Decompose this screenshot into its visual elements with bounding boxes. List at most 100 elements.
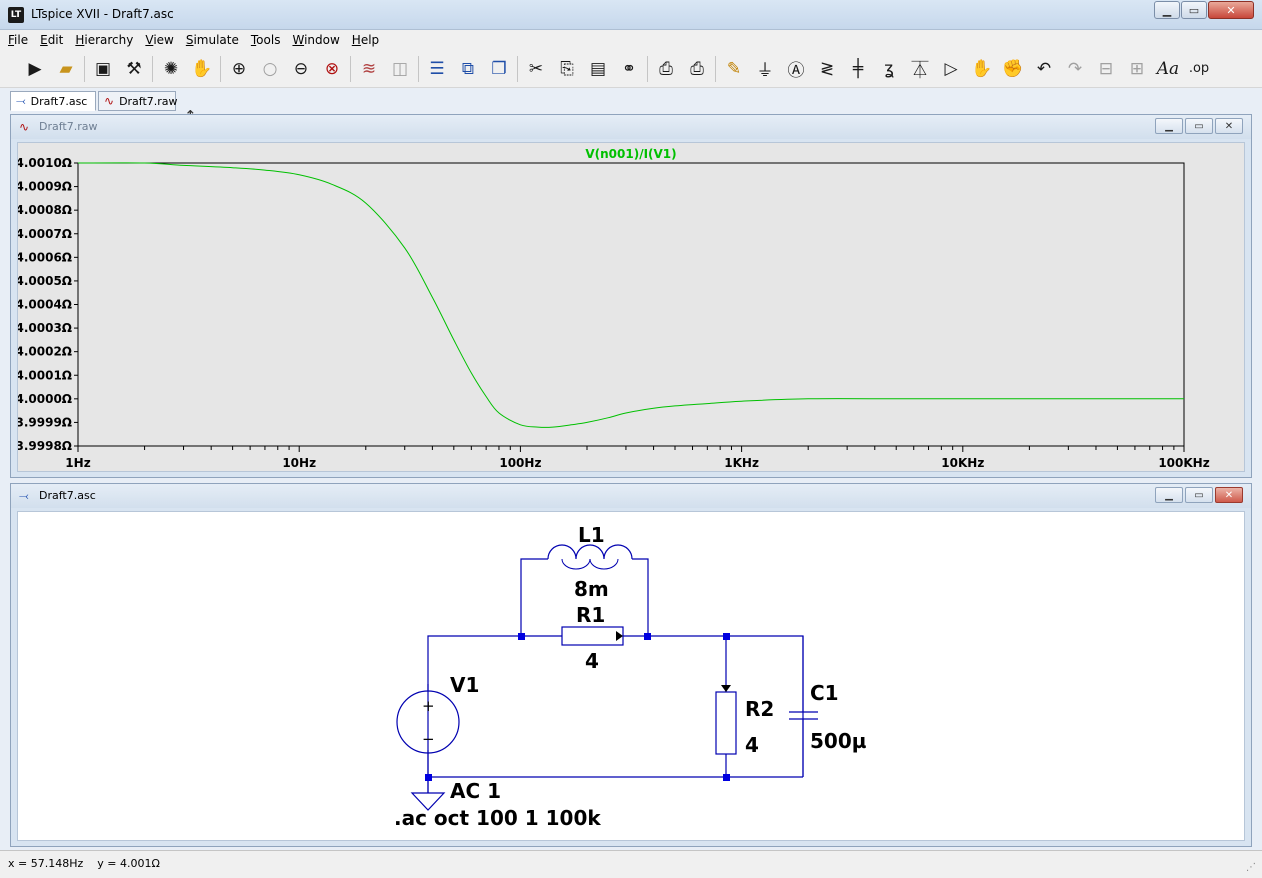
tab-draft7-asc[interactable]: ⤙ Draft7.asc — [10, 91, 96, 111]
menu-window[interactable]: Window — [292, 33, 339, 47]
tile-horizontal-icon[interactable]: ☰ — [424, 56, 450, 82]
waveform-restore-button[interactable]: ▭ — [1185, 118, 1213, 134]
redo-icon[interactable]: ↷ — [1062, 56, 1088, 82]
window-controls: ▁ ▭ ✕ — [1153, 1, 1254, 19]
menu-tools[interactable]: Tools — [251, 33, 281, 47]
maximize-button[interactable]: ▭ — [1181, 1, 1207, 19]
tab-label: Draft7.asc — [30, 94, 88, 108]
schematic-restore-button[interactable]: ▭ — [1185, 487, 1213, 503]
y-tick-label: 4.0002Ω — [18, 345, 72, 359]
tile-vertical-icon[interactable]: ⧉ — [455, 56, 481, 82]
label-net-icon[interactable]: Ⓐ — [783, 56, 809, 82]
menu-simulate[interactable]: Simulate — [186, 33, 239, 47]
y-tick-label: 4.0009Ω — [18, 180, 72, 194]
menu-hierarchy[interactable]: Hierarchy — [75, 33, 133, 47]
zoom-fit-icon[interactable]: ⊗ — [319, 56, 345, 82]
halt-icon[interactable]: ✺ — [158, 56, 184, 82]
l1-name-label[interactable]: L1 — [578, 523, 605, 547]
copy-icon[interactable]: ⎘ — [554, 56, 580, 82]
r1-value-label[interactable]: 4 — [585, 649, 599, 673]
r2-name-label[interactable]: R2 — [745, 697, 774, 721]
text-icon[interactable]: Aa — [1155, 56, 1181, 82]
pan-icon[interactable]: ✋ — [189, 56, 215, 82]
wire[interactable] — [632, 558, 649, 636]
menu-help[interactable]: Help — [352, 33, 379, 47]
schematic-minimize-button[interactable]: ▁ — [1155, 487, 1183, 503]
waveform-chart[interactable]: V(n001)/I(V1) 1Hz 10Hz 100Hz 1KHz 10KHz 100KH… — [18, 143, 1245, 472]
spice-directive-icon[interactable]: .op — [1186, 56, 1212, 82]
tab-label: Draft7.raw — [119, 94, 178, 108]
r1-name-label[interactable]: R1 — [576, 603, 605, 627]
v1-name-label[interactable]: V1 — [450, 673, 479, 697]
wire[interactable] — [427, 635, 521, 793]
spice-directive[interactable]: .ac oct 100 1 100k — [394, 806, 601, 830]
toolbar-separator — [418, 55, 419, 82]
wire[interactable] — [623, 635, 804, 777]
run-icon[interactable]: ▶ — [22, 56, 48, 82]
schematic-icon: ⤙ — [19, 489, 29, 503]
wire[interactable] — [520, 558, 548, 636]
tab-draft7-raw[interactable]: ∿ Draft7.raw — [98, 91, 178, 111]
schematic-drawing[interactable]: + − L1 8m R1 4 V1 R2 4 C1 500µ AC 1 .ac … — [18, 512, 1245, 841]
wire-icon[interactable]: ✎ — [721, 56, 747, 82]
schematic-close-button[interactable]: ✕ — [1215, 487, 1243, 503]
move-icon[interactable]: ✋ — [969, 56, 995, 82]
c1-name-label[interactable]: C1 — [810, 681, 839, 705]
capacitor-icon[interactable]: ╪ — [845, 56, 871, 82]
undo-icon[interactable]: ↶ — [1031, 56, 1057, 82]
menu-view[interactable]: View — [145, 33, 173, 47]
cascade-icon[interactable]: ❐ — [486, 56, 512, 82]
r2-symbol[interactable] — [715, 691, 737, 755]
paste-icon[interactable]: ▤ — [585, 56, 611, 82]
r2-pin-arrow — [721, 685, 731, 692]
inductor-icon[interactable]: ʓ — [876, 56, 902, 82]
toolbar-separator — [84, 55, 85, 82]
find-icon[interactable]: ⚭ — [616, 56, 642, 82]
x-tick-label: 1Hz — [65, 456, 90, 470]
schematic-canvas[interactable]: + − L1 8m R1 4 V1 R2 4 C1 500µ AC 1 .ac … — [17, 511, 1245, 841]
schematic-window-controls: ▁ ▭ ✕ — [1153, 487, 1243, 503]
control-panel-icon[interactable]: ⚒ — [121, 56, 147, 82]
drag-icon[interactable]: ✊ — [1000, 56, 1026, 82]
menu-edit[interactable]: Edit — [40, 33, 63, 47]
ground-icon[interactable]: ⏚ — [752, 56, 778, 82]
component-icon[interactable]: ▷ — [938, 56, 964, 82]
r2-value-label[interactable]: 4 — [745, 733, 759, 757]
autorange-icon[interactable]: ≋ — [356, 56, 382, 82]
resize-grip-icon[interactable]: ⋰ — [1246, 862, 1258, 874]
v1-value-label[interactable]: AC 1 — [450, 779, 501, 803]
x-tick-label: 100KHz — [1158, 456, 1209, 470]
toolbar-separator — [152, 55, 153, 82]
toolbar-separator — [517, 55, 518, 82]
trace-label[interactable]: V(n001)/I(V1) — [585, 147, 676, 161]
y-tick-label: 4.0006Ω — [18, 250, 72, 264]
l1-symbol[interactable] — [547, 544, 633, 560]
close-button[interactable]: ✕ — [1208, 1, 1254, 19]
resistor-icon[interactable]: ≷ — [814, 56, 840, 82]
print-preview-icon[interactable]: ⎙ — [653, 56, 679, 82]
menu-file[interactable]: File — [8, 33, 28, 47]
minimize-button[interactable]: ▁ — [1154, 1, 1180, 19]
zoom-pan-icon[interactable]: ○ — [257, 56, 283, 82]
open-icon[interactable]: ▰ — [53, 56, 79, 82]
print-icon[interactable]: ⎙ — [684, 56, 710, 82]
junction-dot — [723, 774, 730, 781]
waveform-minimize-button[interactable]: ▁ — [1155, 118, 1183, 134]
zoom-out-icon[interactable]: ⊖ — [288, 56, 314, 82]
save-icon[interactable]: ▣ — [90, 56, 116, 82]
diode-icon[interactable]: ⏄ — [907, 56, 933, 82]
y-tick-label: 4.0003Ω — [18, 321, 72, 335]
cut-icon[interactable]: ✂ — [523, 56, 549, 82]
junction-dot — [644, 633, 651, 640]
zoom-in-icon[interactable]: ⊕ — [226, 56, 252, 82]
c1-value-label[interactable]: 500µ — [810, 729, 867, 753]
title-bar: LT LTspice XVII - Draft7.asc ▁ ▭ ✕ — [0, 0, 1262, 30]
rotate-icon[interactable]: ⊟ — [1093, 56, 1119, 82]
add-plot-pane-icon[interactable]: ◫ — [387, 56, 413, 82]
waveform-plot-area[interactable]: V(n001)/I(V1) 1Hz 10Hz 100Hz 1KHz 10KHz 100KH… — [17, 142, 1245, 472]
waveform-close-button[interactable]: ✕ — [1215, 118, 1243, 134]
toolbar: ▶ ▰ ▣ ⚒ ✺ ✋ ⊕ ○ ⊖ ⊗ ≋ ◫ ☰ ⧉ ❐ ✂ ⎘ ▤ ⚭ ⎙ … — [0, 50, 1262, 88]
r1-symbol[interactable] — [561, 626, 624, 646]
mirror-icon[interactable]: ⊞ — [1124, 56, 1150, 82]
l1-value-label[interactable]: 8m — [574, 577, 609, 601]
